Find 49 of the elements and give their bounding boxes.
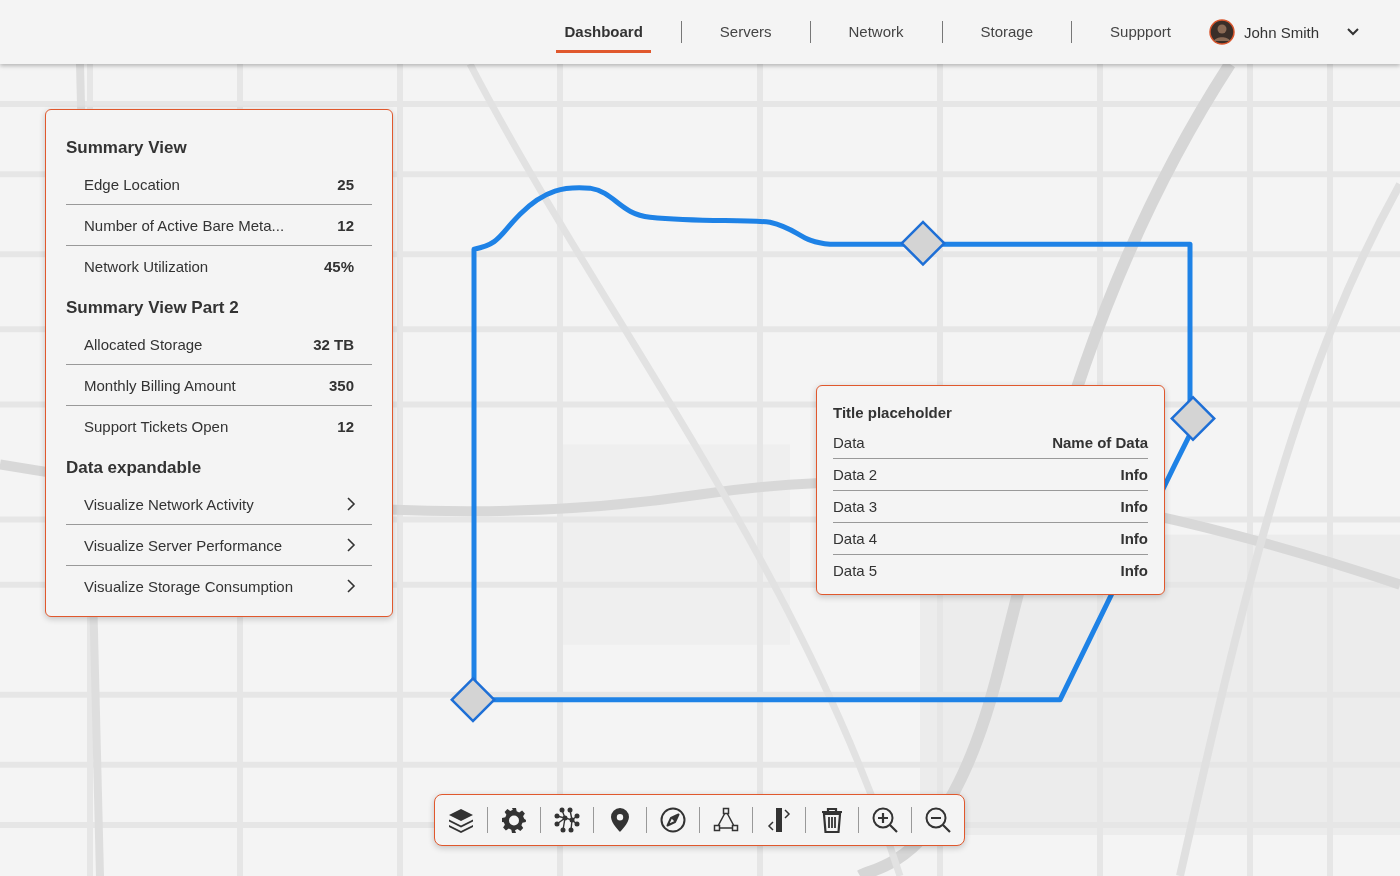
- data-label: Data 3: [833, 498, 878, 515]
- section-title: Data expandable: [66, 458, 203, 478]
- chevron-right-icon: [346, 578, 356, 594]
- data-value: Name of Data: [1052, 434, 1148, 451]
- data-label: Data: [833, 434, 865, 451]
- stat-value: 25: [337, 175, 354, 193]
- stat-label: Network Utilization: [84, 257, 209, 275]
- nav-tab[interactable]: Suppport: [1102, 11, 1179, 53]
- polygon-icon[interactable]: [712, 806, 740, 834]
- layers-icon[interactable]: [447, 806, 475, 834]
- data-label: Data 4: [833, 530, 878, 547]
- zoom-out-icon[interactable]: [924, 806, 952, 834]
- data-value: Info: [1120, 466, 1148, 483]
- stat-label: Monthly Billing Amount: [84, 376, 236, 394]
- chevron-down-icon[interactable]: [1346, 27, 1360, 37]
- stat-value: 12: [337, 417, 354, 435]
- stat-label: Support Tickets Open: [84, 417, 229, 435]
- ruler-icon[interactable]: [765, 806, 793, 834]
- expandable-item[interactable]: Visualize Server Performance: [66, 525, 372, 566]
- data-label: Data 5: [833, 562, 878, 579]
- nav-tab[interactable]: Storage: [972, 11, 1042, 53]
- network-icon[interactable]: [553, 806, 581, 834]
- compass-icon[interactable]: [659, 806, 687, 834]
- nav-tab[interactable]: Network: [840, 11, 912, 53]
- zoom-in-icon[interactable]: [871, 806, 899, 834]
- stat-value: 32 TB: [313, 335, 354, 353]
- avatar-icon[interactable]: [1208, 19, 1235, 45]
- data-value: Info: [1120, 530, 1148, 547]
- section-title: Summary View: [66, 138, 188, 158]
- popup-title: Title placeholder: [833, 404, 953, 421]
- stat-label: Allocated Storage: [84, 335, 203, 353]
- chevron-right-icon: [346, 537, 356, 553]
- stat-label: Edge Location: [84, 175, 180, 193]
- boundary-outline[interactable]: [471, 185, 1193, 703]
- nav-tab[interactable]: Servers: [711, 11, 780, 53]
- data-label: Data 2: [833, 466, 878, 483]
- chevron-right-icon: [346, 496, 356, 512]
- expandable-item[interactable]: Visualize Storage Consumption: [66, 566, 372, 606]
- stat-value: 45%: [323, 257, 354, 275]
- data-value: Info: [1120, 498, 1148, 515]
- stat-value: 12: [337, 216, 354, 234]
- stat-value: 350: [328, 376, 354, 394]
- settings-icon[interactable]: [500, 806, 528, 834]
- user-name: John Smith: [1243, 23, 1319, 41]
- section-title: Summary View Part 2: [66, 298, 240, 318]
- data-value: Info: [1120, 562, 1148, 579]
- stat-label: Number of Active Bare Meta...: [84, 216, 285, 234]
- expandable-item[interactable]: Visualize Network Activity: [66, 484, 372, 525]
- nav-tab[interactable]: Dashboard: [556, 11, 651, 53]
